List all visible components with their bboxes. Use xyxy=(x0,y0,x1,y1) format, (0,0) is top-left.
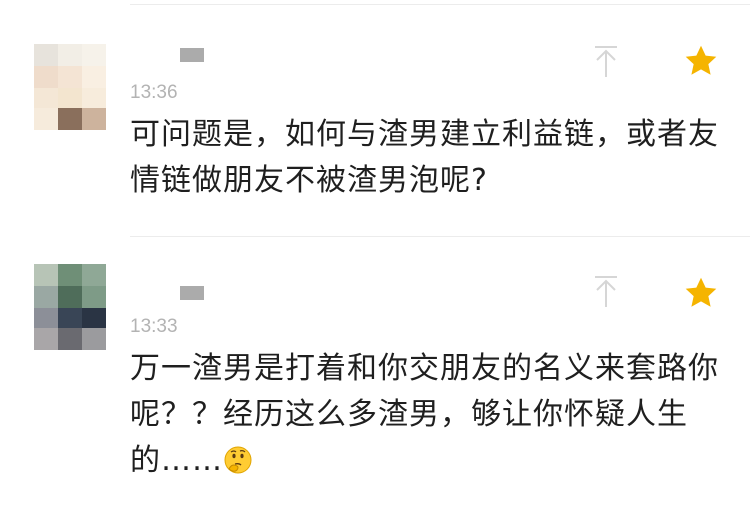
star-icon[interactable] xyxy=(680,40,722,82)
star-icon[interactable] xyxy=(680,272,722,314)
comment-text: 可问题是，如何与渣男建立利益链，或者友情链做朋友不被渣男泡呢? xyxy=(130,117,719,198)
like-icon[interactable] xyxy=(586,42,626,82)
thinking-face-icon xyxy=(223,443,253,474)
top-divider xyxy=(130,4,750,5)
comment-time: 13:36 xyxy=(130,82,178,103)
avatar[interactable] xyxy=(34,264,106,350)
comment-text-content: 万一渣男是打着和你交朋友的名义来套路你呢？？经历这么多渣男，够让你怀疑人生的…… xyxy=(130,351,719,478)
like-icon[interactable] xyxy=(586,272,626,312)
username-blurred xyxy=(180,286,204,300)
comment-text: 万一渣男是打着和你交朋友的名义来套路你呢？？经历这么多渣男，够让你怀疑人生的…… xyxy=(130,346,720,484)
divider xyxy=(130,236,750,237)
avatar[interactable] xyxy=(34,44,106,130)
username-blurred xyxy=(180,48,204,62)
comment-time: 13:33 xyxy=(130,316,178,337)
